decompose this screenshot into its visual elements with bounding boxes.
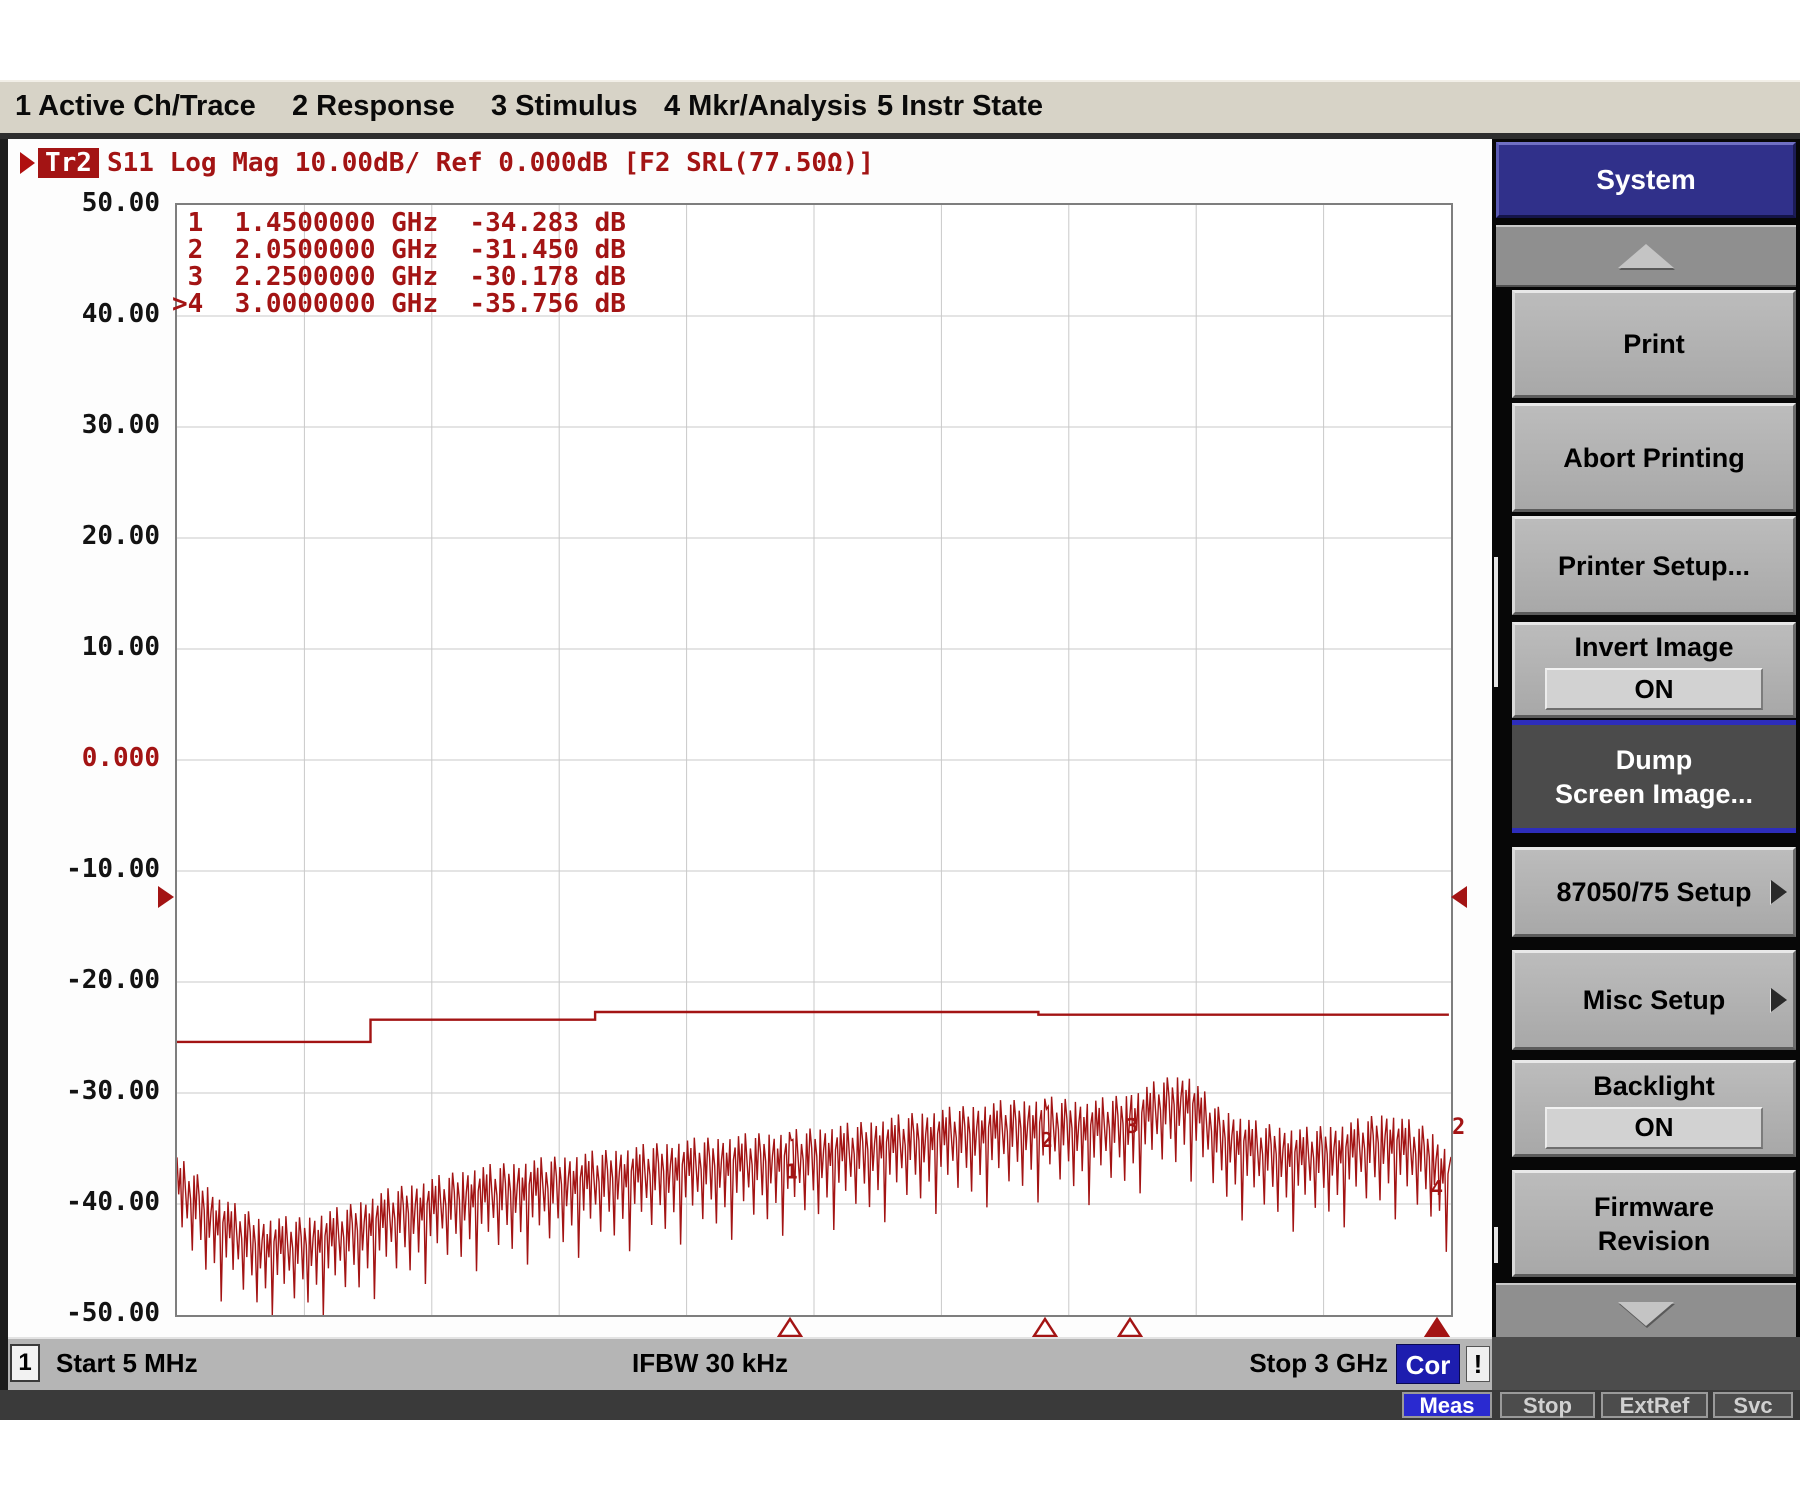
trace-info-line: Tr2 S11 Log Mag 10.00dB/ Ref 0.000dB [F2… (20, 146, 874, 180)
submenu-arrow-icon (1771, 880, 1787, 904)
softkey-label-line: Firmware (1594, 1190, 1714, 1224)
y-axis-tick-20-00: -20.00 (30, 965, 160, 995)
state-indicator-extref: ExtRef (1601, 1392, 1708, 1418)
menubar-item-5-instr-state[interactable]: 5 Instr State (877, 82, 1043, 131)
softkey-label-line: Dump (1616, 743, 1693, 777)
y-axis-tick-50-00: -50.00 (30, 1298, 160, 1328)
reference-level-arrow-left-icon (158, 886, 174, 908)
state-indicator-meas: Meas (1402, 1392, 1492, 1418)
softkey-menu-column: System Print Abort Printing Printer Setup.… (1492, 139, 1800, 1390)
trace-marker-label-2: 2 (1041, 1128, 1053, 1152)
softkey-print[interactable]: Print (1512, 290, 1796, 398)
y-axis-tick-0-000: 0.000 (30, 743, 160, 773)
active-trace-arrow-icon (20, 152, 35, 174)
down-arrow-icon (1618, 1302, 1674, 1326)
screen-left-border (0, 139, 8, 1390)
display-area: Tr2 S11 Log Mag 10.00dB/ Ref 0.000dB [F2… (0, 139, 1800, 1390)
y-axis-tick-30-00: -30.00 (30, 1076, 160, 1106)
marker-table-row-2: 2 2.0500000 GHz -31.450 dB (172, 235, 626, 265)
softkey-label: Backlight (1593, 1069, 1715, 1103)
stop-frequency-readout: Stop 3 GHz (1153, 1348, 1388, 1379)
softkey-label: Print (1623, 327, 1685, 361)
status-bar-right-fill (1492, 1337, 1800, 1390)
trace-plot: 1 2 3 4 (177, 205, 1451, 1315)
menubar-item-4-mkr-analysis[interactable]: 4 Mkr/Analysis (664, 82, 867, 131)
softkey-label: Printer Setup... (1558, 549, 1750, 583)
graph-plot-area: 1 2 3 4 (175, 203, 1453, 1317)
softkey-scroll-up[interactable] (1496, 225, 1796, 287)
softkey-scroll-down[interactable] (1496, 1283, 1796, 1345)
softkey-toggle-backlight[interactable]: ON (1545, 1107, 1763, 1149)
softkey-group-notch (1494, 557, 1498, 687)
start-frequency-readout: Start 5 MHz (56, 1348, 198, 1379)
channel-number-badge: 1 (10, 1344, 40, 1382)
menubar-item-2-response[interactable]: 2 Response (292, 82, 455, 131)
y-axis-tick-10-00: -10.00 (30, 854, 160, 884)
reference-level-arrow-right-icon (1451, 886, 1467, 908)
state-indicator-svc: Svc (1713, 1392, 1793, 1418)
softkey-printer-setup[interactable]: Printer Setup... (1512, 516, 1796, 615)
ifbw-readout: IFBW 30 kHz (560, 1348, 860, 1379)
instrument-screen: 1 Active Ch/Trace 2 Response 3 Stimulus 4 M… (0, 0, 1800, 1500)
softkey-label-line: Revision (1598, 1224, 1711, 1258)
correction-status-badge: Cor (1396, 1344, 1460, 1384)
top-menu-bar: 1 Active Ch/Trace 2 Response 3 Stimulus 4 M… (0, 80, 1800, 137)
y-axis-tick-20-00: 20.00 (30, 521, 160, 551)
marker-table-row-3: 3 2.2500000 GHz -30.178 dB (172, 262, 626, 292)
status-bar: 1 Start 5 MHz IFBW 30 kHz Stop 3 GHz Cor… (8, 1337, 1492, 1390)
softkey-backlight[interactable]: Backlight ON (1512, 1060, 1796, 1157)
y-axis-tick-30-00: 30.00 (30, 410, 160, 440)
trace-number-label: 2 (1452, 1115, 1465, 1140)
softkey-label: Abort Printing (1563, 441, 1744, 475)
y-axis-tick-50-00: 50.00 (30, 188, 160, 218)
softkey-label: Invert Image (1574, 630, 1733, 664)
marker-table-row-1: 1 1.4500000 GHz -34.283 dB (172, 208, 626, 238)
trace-label: Tr2 (38, 148, 99, 178)
menubar-item-1-active-ch-trace[interactable]: 1 Active Ch/Trace (15, 82, 256, 131)
softkey-dump-screen-image[interactable]: DumpScreen Image... (1512, 720, 1796, 833)
marker-table-row-4: >4 3.0000000 GHz -35.756 dB (172, 289, 626, 319)
softkey-toggle-invert-image[interactable]: ON (1545, 668, 1763, 710)
up-arrow-icon (1618, 244, 1674, 268)
softkey-menu-title[interactable]: System (1496, 142, 1796, 218)
y-axis-tick-40-00: 40.00 (30, 299, 160, 329)
softkey-label: Misc Setup (1583, 983, 1726, 1017)
trace-marker-label-1: 1 (786, 1160, 798, 1184)
softkey-label-line: Screen Image... (1555, 777, 1753, 811)
menubar-item-3-stimulus[interactable]: 3 Stimulus (491, 82, 638, 131)
softkey-abort-printing[interactable]: Abort Printing (1512, 403, 1796, 512)
state-indicator-stop: Stop (1500, 1392, 1595, 1418)
y-axis-tick-10-00: 10.00 (30, 632, 160, 662)
instrument-state-strip: Meas StopExtRefSvc (0, 1390, 1800, 1420)
trace-marker-label-3: 3 (1126, 1114, 1138, 1138)
softkey-group-notch (1494, 1227, 1498, 1263)
softkey-invert-image[interactable]: Invert Image ON (1512, 622, 1796, 718)
softkey-misc-setup[interactable]: Misc Setup (1512, 950, 1796, 1050)
alert-badge: ! (1466, 1346, 1490, 1382)
y-axis-tick-40-00: -40.00 (30, 1187, 160, 1217)
softkey-firmware-revision[interactable]: FirmwareRevision (1512, 1170, 1796, 1277)
trace-parameters: S11 Log Mag 10.00dB/ Ref 0.000dB [F2 SRL… (107, 148, 874, 178)
softkey-87050-75-setup[interactable]: 87050/75 Setup (1512, 847, 1796, 937)
trace-marker-label-4: 4 (1431, 1176, 1443, 1200)
softkey-label: 87050/75 Setup (1556, 875, 1751, 909)
submenu-arrow-icon (1771, 988, 1787, 1012)
